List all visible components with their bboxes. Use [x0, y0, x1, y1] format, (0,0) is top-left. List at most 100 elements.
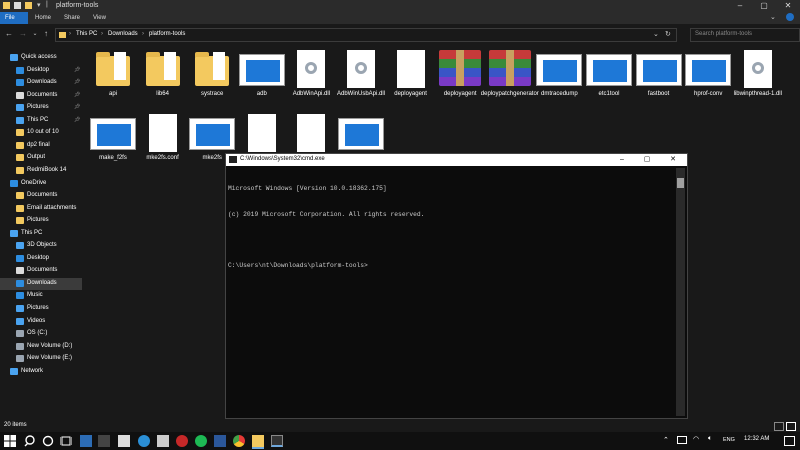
breadcrumb-platform-tools[interactable]: platform-tools	[149, 31, 185, 37]
maximize-button[interactable]: ▢	[752, 0, 776, 12]
store-app-icon[interactable]	[118, 435, 130, 447]
back-button[interactable]: ←	[3, 28, 15, 40]
large-icons-view-icon[interactable]	[786, 422, 796, 431]
customize-quick-access-icon[interactable]: ▾	[37, 1, 41, 9]
file-item[interactable]: AdbWinUsbApi.dll	[336, 50, 386, 110]
pin-icon: 📌︎	[74, 66, 81, 73]
task-view-icon[interactable]	[59, 435, 73, 447]
nav-item[interactable]: 3D Objects	[0, 240, 82, 252]
cmd-title-bar[interactable]: C:\Windows\System32\cmd.exe – ▢ ✕	[226, 154, 687, 166]
nav-item[interactable]: New Volume (E:)	[0, 353, 82, 365]
cmd-console-text[interactable]: Microsoft Windows [Version 10.0.18362.17…	[228, 168, 674, 416]
winrar-archive-icon	[488, 50, 531, 86]
nav-item[interactable]: Pictures 📌︎	[0, 102, 82, 114]
address-dropdown-icon[interactable]: ⌄	[653, 30, 659, 38]
file-item[interactable]: adb	[237, 50, 287, 110]
word-icon[interactable]	[214, 435, 226, 447]
nav-item[interactable]: This PC	[0, 228, 82, 240]
tab-view[interactable]: View	[86, 12, 113, 24]
nav-item[interactable]: Desktop	[0, 253, 82, 265]
nav-item[interactable]: OneDrive	[0, 178, 82, 190]
tab-share[interactable]: Share	[57, 12, 87, 24]
file-item[interactable]: deployagent	[435, 50, 485, 110]
notifications-icon[interactable]	[784, 436, 795, 446]
cortana-icon[interactable]	[42, 435, 54, 447]
file-item[interactable]: libwinpthread-1.dll	[733, 50, 783, 110]
nav-item[interactable]: 10 out of 10	[0, 127, 82, 139]
nav-item[interactable]: Email attachments	[0, 203, 82, 215]
forward-button[interactable]: →	[17, 28, 29, 40]
cmd-maximize-button[interactable]: ▢	[636, 154, 658, 166]
breadcrumb-downloads[interactable]: Downloads	[108, 31, 138, 37]
explorer-app-icon[interactable]	[98, 435, 110, 447]
new-folder-icon[interactable]	[25, 2, 32, 9]
folder-icon	[16, 141, 24, 149]
nav-item[interactable]: Documents 📌︎	[0, 90, 82, 102]
app-icon[interactable]	[157, 435, 169, 447]
dll-file-icon	[743, 50, 772, 88]
nav-item[interactable]: Documents	[0, 190, 82, 202]
nav-item[interactable]: Downloads 📌︎	[0, 77, 82, 89]
chevron-up-icon[interactable]: ⌃	[663, 436, 669, 444]
opera-icon[interactable]	[176, 435, 188, 447]
properties-icon[interactable]	[14, 2, 21, 9]
file-item[interactable]: deploypatchgenerator	[481, 50, 539, 110]
file-item[interactable]: make_f2fs	[88, 114, 138, 174]
nav-item[interactable]: Output	[0, 152, 82, 164]
file-item[interactable]: lib64	[138, 50, 188, 110]
nav-item[interactable]: Documents	[0, 265, 82, 277]
nav-item[interactable]: New Volume (D:)	[0, 341, 82, 353]
minimize-button[interactable]: –	[728, 0, 752, 12]
cmd-close-button[interactable]: ✕	[662, 154, 684, 166]
tab-file[interactable]: File	[0, 12, 28, 24]
close-button[interactable]: ✕	[776, 0, 800, 12]
spotify-icon[interactable]	[195, 435, 207, 447]
nav-item[interactable]: Music	[0, 290, 82, 302]
start-button[interactable]	[4, 435, 16, 447]
nav-item[interactable]: This PC 📌︎	[0, 115, 82, 127]
file-item[interactable]: api	[88, 50, 138, 110]
clock[interactable]: 12:32 AM	[744, 436, 769, 442]
up-button[interactable]: ↑	[40, 28, 52, 40]
nav-item[interactable]: Downloads	[0, 277, 82, 290]
photos-app-icon[interactable]	[80, 435, 92, 447]
nav-item[interactable]: Quick access	[0, 52, 82, 64]
battery-icon[interactable]	[677, 436, 687, 444]
address-box[interactable]: › This PC › Downloads › platform-tools ⌄…	[55, 28, 677, 42]
breadcrumb-this-pc[interactable]: This PC	[76, 31, 97, 37]
search-icon[interactable]	[24, 435, 36, 447]
file-explorer-icon[interactable]	[252, 435, 264, 449]
nav-item[interactable]: Videos	[0, 316, 82, 328]
cmd-scrollbar[interactable]	[676, 168, 685, 416]
file-item[interactable]: hprof-conv	[683, 50, 733, 110]
help-icon[interactable]	[786, 13, 794, 21]
expand-ribbon-icon[interactable]: ⌄	[770, 13, 776, 21]
file-item[interactable]: fastboot	[634, 50, 684, 110]
refresh-icon[interactable]: ↻	[665, 30, 671, 38]
volume-icon[interactable]: 🔈︎	[708, 435, 712, 443]
file-item[interactable]: AdbWinApi.dll	[286, 50, 336, 110]
cmd-window[interactable]: C:\Windows\System32\cmd.exe – ▢ ✕ Micros…	[225, 153, 688, 419]
file-item[interactable]: mke2fs.conf	[138, 114, 188, 174]
nav-item[interactable]: Desktop 📌︎	[0, 65, 82, 77]
file-item[interactable]: deployagent	[386, 50, 436, 110]
tab-home[interactable]: Home	[28, 12, 58, 24]
search-input[interactable]: Search platform-tools	[690, 28, 800, 42]
input-language[interactable]: ENG	[723, 437, 735, 443]
file-item[interactable]: dmtracedump	[534, 50, 584, 110]
cmd-scrollbar-thumb[interactable]	[677, 178, 684, 188]
cmd-taskbar-icon[interactable]	[271, 435, 283, 447]
nav-item[interactable]: OS (C:)	[0, 328, 82, 340]
nav-item[interactable]: dp2 final	[0, 140, 82, 152]
nav-item[interactable]: Network	[0, 366, 82, 378]
details-view-icon[interactable]	[774, 422, 784, 431]
wifi-icon[interactable]: ◠	[693, 435, 699, 443]
chrome-icon[interactable]	[233, 435, 245, 447]
app-icon[interactable]	[138, 435, 150, 447]
nav-item[interactable]: Pictures	[0, 215, 82, 227]
nav-item[interactable]: RedmiBook 14	[0, 165, 82, 177]
nav-item[interactable]: Pictures	[0, 303, 82, 315]
file-item[interactable]: systrace	[187, 50, 237, 110]
cmd-minimize-button[interactable]: –	[611, 154, 633, 166]
file-item[interactable]: etc1tool	[584, 50, 634, 110]
